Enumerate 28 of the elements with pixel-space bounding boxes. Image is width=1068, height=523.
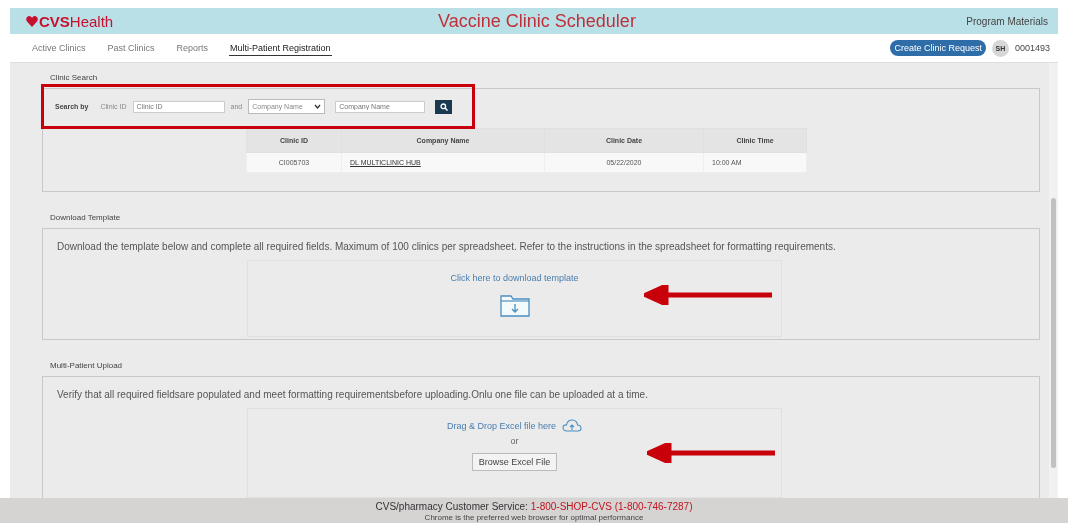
service-label: CVS/pharmacy Customer Service: (375, 500, 528, 513)
section-title: Multi-Patient Upload (50, 361, 124, 370)
search-button[interactable] (435, 99, 453, 114)
browser-note: Chrome is the preferred web browser for optimal performance (424, 512, 644, 522)
nav-tab[interactable]: Past Clinics (106, 40, 156, 56)
create-clinic-request-button[interactable]: Create Clinic Request (890, 40, 986, 56)
cloud-upload-icon (562, 419, 582, 432)
instructions-text: Verify that all required fieldsare populated and meet formatting requirementsbefore uploading.Onlu one file can be uploaded at a time. (56, 388, 649, 402)
folder-download-icon (499, 293, 530, 317)
drop-text: Drag & Drop Excel file here (446, 420, 556, 431)
page-title: Vaccine Clinic Scheduler (437, 10, 637, 32)
instructions-text: Download the template below and complete all required fields. Maximum of 100 clinics per spreadsheet. Refer to the instructions in the spreadsheet for formatting requirements. (56, 240, 837, 254)
nav-tab[interactable]: Reports (175, 40, 210, 56)
nav-tab[interactable]: Multi-Patient Registration (229, 40, 332, 56)
heart-icon (26, 15, 38, 27)
chevron-icon (314, 104, 322, 109)
section-title: Clinic Search (50, 73, 99, 82)
download-template-link[interactable]: Click here to download template (450, 273, 579, 283)
logo: CVSHealth (39, 12, 114, 30)
user-id: 0001493 (1014, 43, 1050, 53)
phone-number: 1-800-SHOP-CVS (1-800-746-7287) (530, 500, 693, 513)
search-icon (439, 102, 448, 111)
browse-excel-file-button[interactable]: Browse Excel File (471, 453, 558, 471)
nav-tab[interactable]: Active Clinics (31, 40, 87, 56)
scrollbar[interactable] (1049, 63, 1058, 498)
program-materials-link[interactable]: Program Materials (966, 15, 1048, 27)
section-title: Download Template (50, 213, 122, 222)
or-text: or (510, 436, 519, 446)
